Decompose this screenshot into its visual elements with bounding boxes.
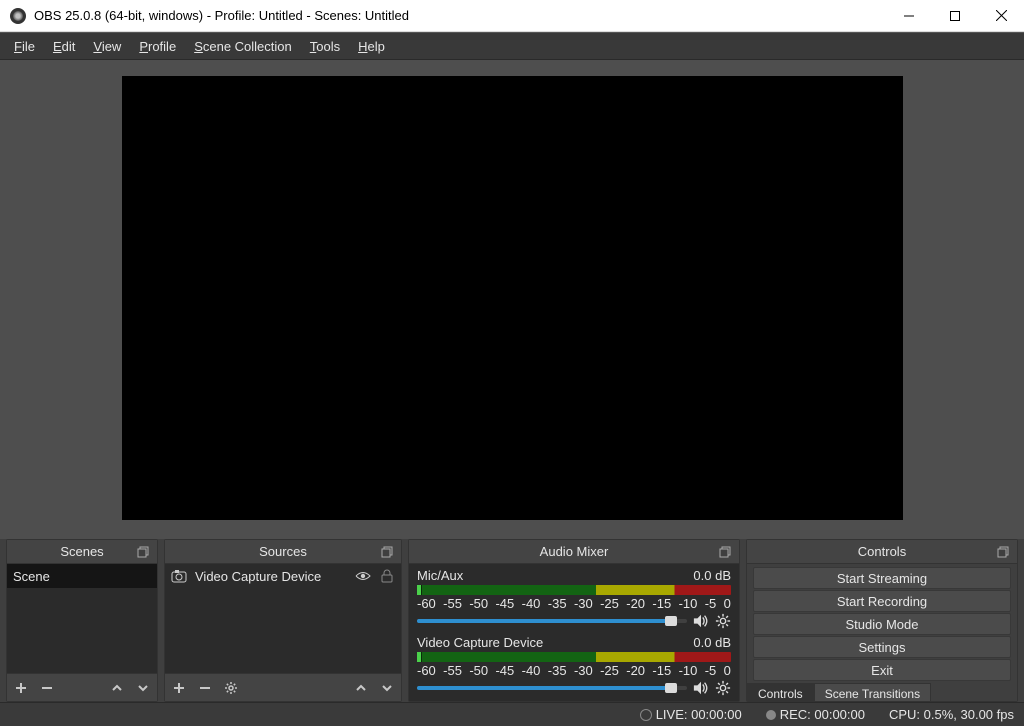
speaker-icon[interactable] — [693, 680, 709, 696]
channel-name: Video Capture Device — [417, 635, 543, 650]
dock-panels: Scenes Scene Sources Video Capture Devic… — [0, 539, 1024, 702]
scene-up-button[interactable] — [109, 680, 125, 696]
popout-icon[interactable] — [381, 544, 397, 560]
volume-slider[interactable] — [417, 686, 687, 690]
volume-slider[interactable] — [417, 619, 687, 623]
studio-mode-button[interactable]: Studio Mode — [753, 613, 1011, 635]
source-down-button[interactable] — [379, 680, 395, 696]
eye-icon[interactable] — [355, 568, 371, 584]
popout-icon[interactable] — [997, 544, 1013, 560]
titlebar: OBS 25.0.8 (64-bit, windows) - Profile: … — [0, 0, 1024, 32]
sources-panel: Sources Video Capture Device — [164, 539, 402, 702]
menu-profile[interactable]: Profile — [131, 37, 184, 56]
volume-meter — [417, 585, 731, 595]
exit-button[interactable]: Exit — [753, 659, 1011, 681]
channel-name: Mic/Aux — [417, 568, 463, 583]
broadcast-icon — [640, 709, 652, 721]
maximize-button[interactable] — [932, 0, 978, 32]
popout-icon[interactable] — [719, 544, 735, 560]
mixer-channel: Mic/Aux 0.0 dB -60-55-50-45-40-35-30-25-20… — [409, 564, 739, 631]
status-cpu: CPU: 0.5%, 30.00 fps — [889, 707, 1014, 722]
status-rec: REC: 00:00:00 — [766, 707, 865, 722]
add-source-button[interactable] — [171, 680, 187, 696]
minimize-button[interactable] — [886, 0, 932, 32]
camera-icon — [171, 568, 187, 584]
gear-icon[interactable] — [715, 613, 731, 629]
controls-panel: Controls Start Streaming Start Recording… — [746, 539, 1018, 702]
remove-scene-button[interactable] — [39, 680, 55, 696]
remove-source-button[interactable] — [197, 680, 213, 696]
lock-icon[interactable] — [379, 568, 395, 584]
menu-scene-collection[interactable]: Scene Collection — [186, 37, 300, 56]
popout-icon[interactable] — [137, 544, 153, 560]
preview-canvas[interactable] — [122, 76, 903, 520]
menu-tools[interactable]: Tools — [302, 37, 348, 56]
menu-file[interactable]: File — [6, 37, 43, 56]
preview-area — [0, 60, 1024, 539]
meter-ticks: -60-55-50-45-40-35-30-25-20-15-10-50 — [417, 663, 731, 678]
volume-meter — [417, 652, 731, 662]
audio-mixer-panel: Audio Mixer Mic/Aux 0.0 dB -60-55-50-45-40… — [408, 539, 740, 702]
scenes-title: Scenes — [60, 544, 103, 559]
record-icon — [766, 710, 776, 720]
menu-edit[interactable]: Edit — [45, 37, 83, 56]
source-settings-button[interactable] — [223, 680, 239, 696]
scene-down-button[interactable] — [135, 680, 151, 696]
status-live: LIVE: 00:00:00 — [640, 707, 742, 722]
controls-title: Controls — [858, 544, 906, 559]
close-button[interactable] — [978, 0, 1024, 32]
menu-view[interactable]: View — [85, 37, 129, 56]
obs-logo-icon — [10, 8, 26, 24]
status-bar: LIVE: 00:00:00 REC: 00:00:00 CPU: 0.5%, … — [0, 702, 1024, 726]
menubar: File Edit View Profile Scene Collection … — [0, 32, 1024, 60]
channel-db: 0.0 dB — [693, 568, 731, 583]
tab-controls[interactable]: Controls — [747, 683, 814, 701]
sources-title: Sources — [259, 544, 307, 559]
gear-icon[interactable] — [715, 680, 731, 696]
menu-help[interactable]: Help — [350, 37, 393, 56]
start-streaming-button[interactable]: Start Streaming — [753, 567, 1011, 589]
channel-db: 0.0 dB — [693, 635, 731, 650]
source-item[interactable]: Video Capture Device — [165, 564, 401, 588]
scenes-panel: Scenes Scene — [6, 539, 158, 702]
mixer-channel: Video Capture Device 0.0 dB -60-55-50-45-4… — [409, 631, 739, 698]
start-recording-button[interactable]: Start Recording — [753, 590, 1011, 612]
meter-ticks: -60-55-50-45-40-35-30-25-20-15-10-50 — [417, 596, 731, 611]
add-scene-button[interactable] — [13, 680, 29, 696]
source-label: Video Capture Device — [195, 569, 321, 584]
source-up-button[interactable] — [353, 680, 369, 696]
scene-item[interactable]: Scene — [7, 564, 157, 588]
settings-button[interactable]: Settings — [753, 636, 1011, 658]
window-title: OBS 25.0.8 (64-bit, windows) - Profile: … — [34, 8, 886, 23]
tab-scene-transitions[interactable]: Scene Transitions — [814, 683, 931, 701]
mixer-title: Audio Mixer — [540, 544, 609, 559]
speaker-icon[interactable] — [693, 613, 709, 629]
